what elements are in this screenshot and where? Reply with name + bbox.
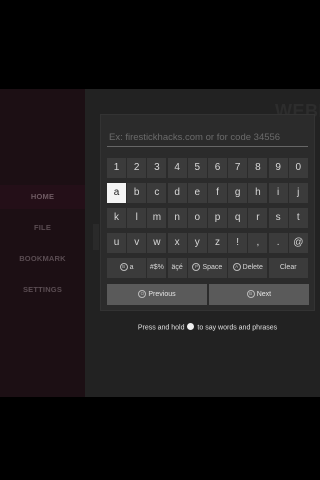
previous-button-icon: O <box>138 290 147 299</box>
key-8[interactable]: 8 <box>248 158 268 178</box>
previous-button[interactable]: O Previous <box>107 284 207 305</box>
shift-key[interactable]: Ba <box>107 258 147 278</box>
url-input[interactable] <box>107 129 308 147</box>
sidebar-item-settings[interactable]: SETTINGS <box>0 278 85 302</box>
next-button[interactable]: B Next <box>209 284 309 305</box>
key-h[interactable]: h <box>248 183 268 203</box>
key-f[interactable]: f <box>208 183 227 203</box>
voice-hint-after: to say words and phrases <box>197 324 278 332</box>
key-7[interactable]: 7 <box>228 158 248 178</box>
key-p[interactable]: p <box>208 208 227 228</box>
key-v[interactable]: v <box>127 233 147 253</box>
key-w[interactable]: w <box>147 233 167 253</box>
next-button-label: Next <box>256 291 272 298</box>
space-key-label: Space <box>202 264 223 271</box>
space-key[interactable]: P Space <box>187 258 227 278</box>
key-s[interactable]: s <box>268 208 288 228</box>
key-m[interactable]: m <box>147 208 167 228</box>
shift-button-icon: B <box>119 263 128 272</box>
shift-key-label: a <box>129 264 134 271</box>
key-q[interactable]: q <box>228 208 248 228</box>
sidebar: HOME FILE BOOKMARK SETTINGS <box>0 89 85 397</box>
key-9[interactable]: 9 <box>268 158 288 178</box>
key-comma[interactable]: , <box>248 233 268 253</box>
key-t[interactable]: t <box>288 208 308 228</box>
key-o[interactable]: o <box>187 208 207 228</box>
key-6[interactable]: 6 <box>208 158 227 178</box>
url-field-background <box>93 224 99 250</box>
sidebar-item-bookmark[interactable]: BOOKMARK <box>0 247 85 271</box>
delete-key[interactable]: A Delete <box>228 258 268 278</box>
previous-button-label: Previous <box>148 291 176 298</box>
key-g[interactable]: g <box>228 183 248 203</box>
accents-key[interactable]: äçé <box>167 258 187 278</box>
key-1[interactable]: 1 <box>107 158 126 178</box>
symbols-key[interactable]: #$% <box>147 258 167 278</box>
key-c[interactable]: c <box>147 183 167 203</box>
key-5[interactable]: 5 <box>187 158 207 178</box>
clear-key[interactable]: Clear <box>268 258 308 278</box>
rewind-icon: A <box>232 263 241 272</box>
key-l[interactable]: l <box>127 208 147 228</box>
key-at[interactable]: @ <box>288 233 308 253</box>
onscreen-keyboard: 1 2 3 4 5 6 7 8 9 0 a b c d e f g h i j … <box>100 114 315 311</box>
key-x[interactable]: x <box>167 233 187 253</box>
key-i[interactable]: i <box>268 183 288 203</box>
key-y[interactable]: y <box>187 233 207 253</box>
key-n[interactable]: n <box>167 208 187 228</box>
key-k[interactable]: k <box>107 208 126 228</box>
key-0[interactable]: 0 <box>288 158 308 178</box>
microphone-icon <box>187 323 195 330</box>
key-3[interactable]: 3 <box>147 158 167 178</box>
key-exclamation[interactable]: ! <box>228 233 248 253</box>
key-b[interactable]: b <box>127 183 147 203</box>
key-r[interactable]: r <box>248 208 268 228</box>
voice-hint-before: Press and hold <box>137 324 185 332</box>
key-period[interactable]: . <box>268 233 288 253</box>
key-a[interactable]: a <box>107 183 126 203</box>
delete-key-label: Delete <box>242 264 263 271</box>
voice-hint: Press and hold to say words and phrases <box>100 323 315 332</box>
sidebar-item-home[interactable]: HOME <box>0 185 85 209</box>
key-j[interactable]: j <box>288 183 308 203</box>
key-4[interactable]: 4 <box>167 158 187 178</box>
key-d[interactable]: d <box>167 183 187 203</box>
key-z[interactable]: z <box>208 233 227 253</box>
key-u[interactable]: u <box>107 233 126 253</box>
sidebar-item-file[interactable]: FILE <box>0 216 85 240</box>
key-2[interactable]: 2 <box>127 158 147 178</box>
key-e[interactable]: e <box>187 183 207 203</box>
next-button-icon: B <box>246 290 255 299</box>
play-pause-icon: P <box>192 263 201 272</box>
